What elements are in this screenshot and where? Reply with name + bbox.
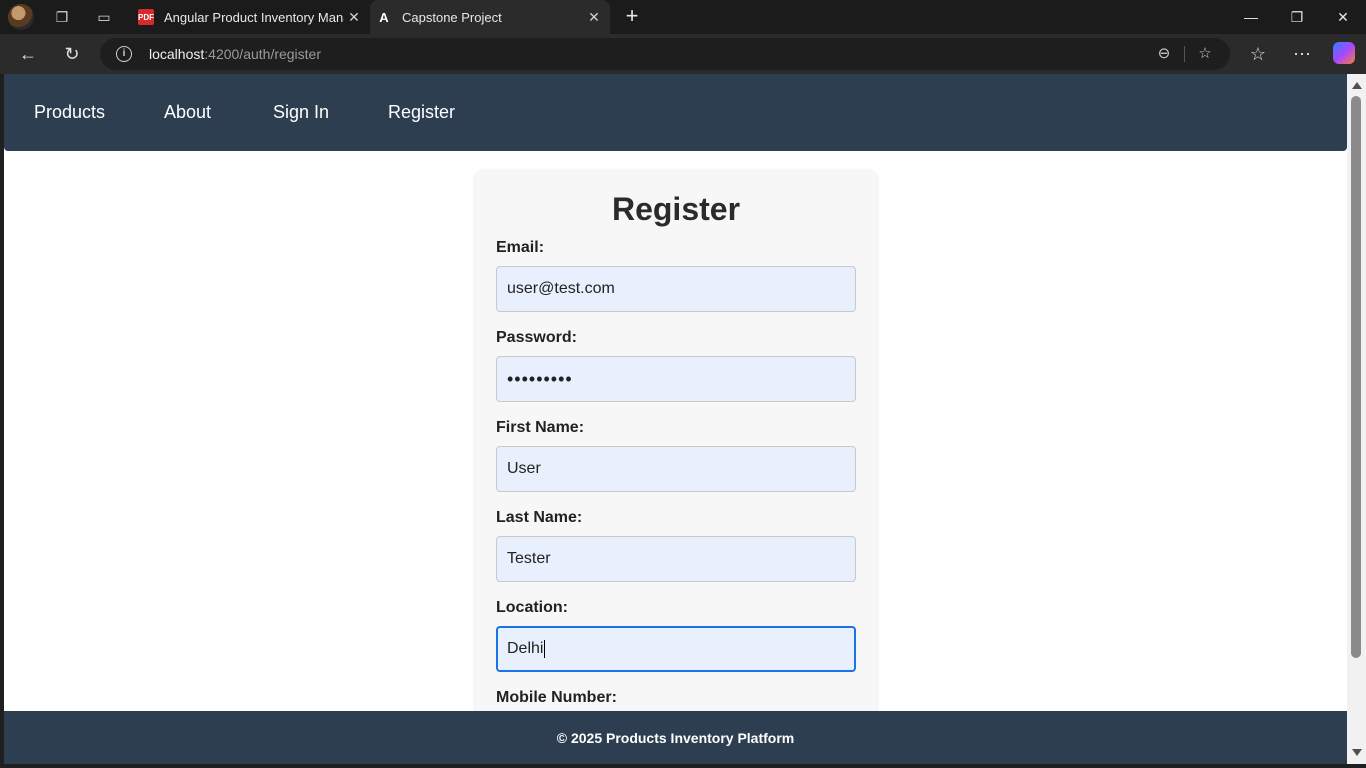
copilot-icon[interactable] bbox=[1333, 42, 1355, 64]
nav-sign-in-link[interactable]: Sign In bbox=[273, 102, 329, 123]
text-caret bbox=[544, 640, 546, 658]
page-title: Register bbox=[611, 191, 741, 227]
register-card: Register Email: user@test.com Password: … bbox=[476, 171, 876, 764]
url-text[interactable]: localhost:4200/auth/register bbox=[149, 46, 321, 62]
favorites-icon[interactable]: ☆ bbox=[1246, 42, 1270, 66]
page-scrollbar[interactable] bbox=[1347, 74, 1366, 764]
tab-title: Angular Product Inventory Manag bbox=[164, 9, 344, 25]
location-label: Location: bbox=[496, 599, 568, 616]
more-options-icon[interactable]: ⋯ bbox=[1290, 42, 1314, 66]
new-tab-button[interactable]: + bbox=[620, 4, 644, 28]
password-label: Password: bbox=[496, 329, 577, 346]
close-tab-icon[interactable]: ✕ bbox=[584, 9, 604, 26]
tab-capstone[interactable]: A Capstone Project ✕ bbox=[370, 0, 610, 34]
profile-avatar[interactable] bbox=[8, 4, 34, 30]
workspaces-icon[interactable]: ❐ bbox=[52, 7, 72, 27]
last-name-label: Last Name: bbox=[496, 509, 583, 526]
browser-tab-bar: ❐ ▭ PDF Angular Product Inventory Manag … bbox=[0, 0, 1366, 34]
vertical-tabs-icon[interactable]: ▭ bbox=[94, 7, 114, 27]
restore-icon[interactable]: ❐ bbox=[1274, 0, 1320, 34]
scroll-down-icon[interactable] bbox=[1352, 749, 1362, 756]
browser-toolbar: ← ↻ i localhost:4200/auth/register ⊖ ☆ ☆… bbox=[0, 34, 1366, 74]
password-field[interactable]: ••••••••• bbox=[496, 356, 856, 402]
email-value: user@test.com bbox=[507, 280, 615, 297]
tab-title: Capstone Project bbox=[402, 9, 502, 25]
reload-icon[interactable]: ↻ bbox=[60, 42, 84, 66]
first-name-value: User bbox=[507, 460, 541, 477]
email-field[interactable]: user@test.com bbox=[496, 266, 856, 312]
first-name-field[interactable]: User bbox=[496, 446, 856, 492]
pdf-icon: PDF bbox=[138, 9, 154, 25]
nav-register-link[interactable]: Register bbox=[388, 102, 455, 123]
app-navbar: Products About Sign In Register bbox=[4, 74, 1347, 151]
close-tab-icon[interactable]: ✕ bbox=[344, 9, 364, 26]
page-footer: © 2025 Products Inventory Platform bbox=[4, 711, 1347, 764]
first-name-label: First Name: bbox=[496, 419, 585, 436]
site-info-icon[interactable]: i bbox=[116, 46, 132, 62]
footer-text: © 2025 Products Inventory Platform bbox=[556, 729, 795, 746]
last-name-field[interactable]: Tester bbox=[496, 536, 856, 582]
angular-icon: A bbox=[379, 9, 389, 25]
email-label: Email: bbox=[496, 239, 545, 256]
mobile-number-label: Mobile Number: bbox=[496, 689, 617, 706]
scroll-thumb[interactable] bbox=[1351, 96, 1361, 658]
scroll-up-icon[interactable] bbox=[1352, 82, 1362, 89]
location-value: Delhi bbox=[507, 640, 544, 657]
nav-products-link[interactable]: Products bbox=[34, 102, 105, 123]
address-bar[interactable]: i localhost:4200/auth/register ⊖ ☆ bbox=[100, 38, 1230, 70]
tab-pdf[interactable]: PDF Angular Product Inventory Manag ✕ bbox=[132, 0, 370, 34]
last-name-value: Tester bbox=[507, 550, 551, 567]
nav-about-link[interactable]: About bbox=[164, 102, 211, 123]
location-field[interactable]: Delhi bbox=[496, 626, 856, 672]
divider bbox=[1184, 46, 1185, 62]
minimize-icon[interactable]: — bbox=[1228, 0, 1274, 34]
back-icon[interactable]: ← bbox=[16, 42, 40, 66]
password-value: ••••••••• bbox=[507, 368, 573, 389]
page-viewport: Products About Sign In Register Register… bbox=[4, 74, 1347, 764]
reader-mode-icon[interactable]: ⊖ bbox=[1154, 44, 1174, 64]
favorite-star-icon[interactable]: ☆ bbox=[1195, 44, 1215, 64]
close-window-icon[interactable]: ✕ bbox=[1320, 0, 1366, 34]
